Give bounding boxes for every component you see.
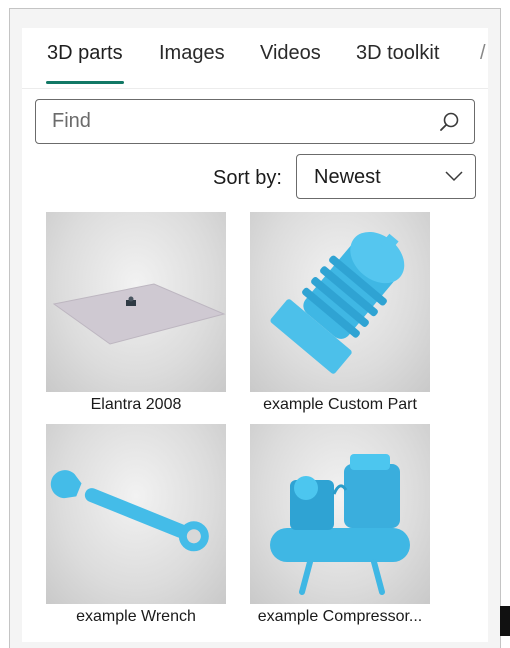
part-thumbnail — [46, 212, 226, 392]
finned-part-model-icon — [270, 231, 405, 374]
corner-fragment — [500, 606, 510, 636]
active-tab-indicator — [46, 81, 124, 84]
flat-plate-model-icon — [52, 283, 226, 345]
part-card-elantra[interactable]: Elantra 2008 — [46, 212, 226, 414]
search-input[interactable] — [36, 100, 442, 143]
compressor-model-icon — [270, 454, 410, 595]
sort-label: Sort by: — [213, 167, 282, 189]
part-card-compressor[interactable]: example Compressor... — [250, 424, 430, 626]
search-icon[interactable] — [438, 111, 460, 133]
tab-3d-toolkit[interactable]: 3D toolkit — [356, 42, 439, 65]
wrench-model-icon — [50, 470, 209, 552]
sort-selected-value: Newest — [314, 166, 381, 188]
chevron-down-icon — [445, 171, 463, 182]
tab-videos[interactable]: Videos — [260, 42, 321, 65]
part-card-wrench[interactable]: example Wrench — [46, 424, 226, 626]
sort-dropdown[interactable]: Newest — [296, 154, 476, 199]
part-caption: Elantra 2008 — [90, 396, 182, 413]
part-thumbnail — [46, 424, 226, 604]
search-box — [35, 99, 475, 144]
part-card-custom-part[interactable]: example Custom Part — [250, 212, 430, 414]
part-caption: example Custom Part — [263, 396, 417, 413]
tab-3d-parts[interactable]: 3D parts — [47, 42, 123, 65]
part-caption: example Wrench — [76, 608, 196, 625]
3d-parts-panel: 3D parts Images Videos 3D toolkit / Sort… — [22, 28, 488, 642]
part-caption: example Compressor... — [257, 608, 423, 625]
tab-overflow-partial[interactable]: / — [480, 42, 486, 65]
part-thumbnail — [250, 424, 430, 604]
tab-images[interactable]: Images — [159, 42, 225, 65]
part-thumbnail — [250, 212, 430, 392]
tab-bar: 3D parts Images Videos 3D toolkit / — [22, 28, 488, 89]
